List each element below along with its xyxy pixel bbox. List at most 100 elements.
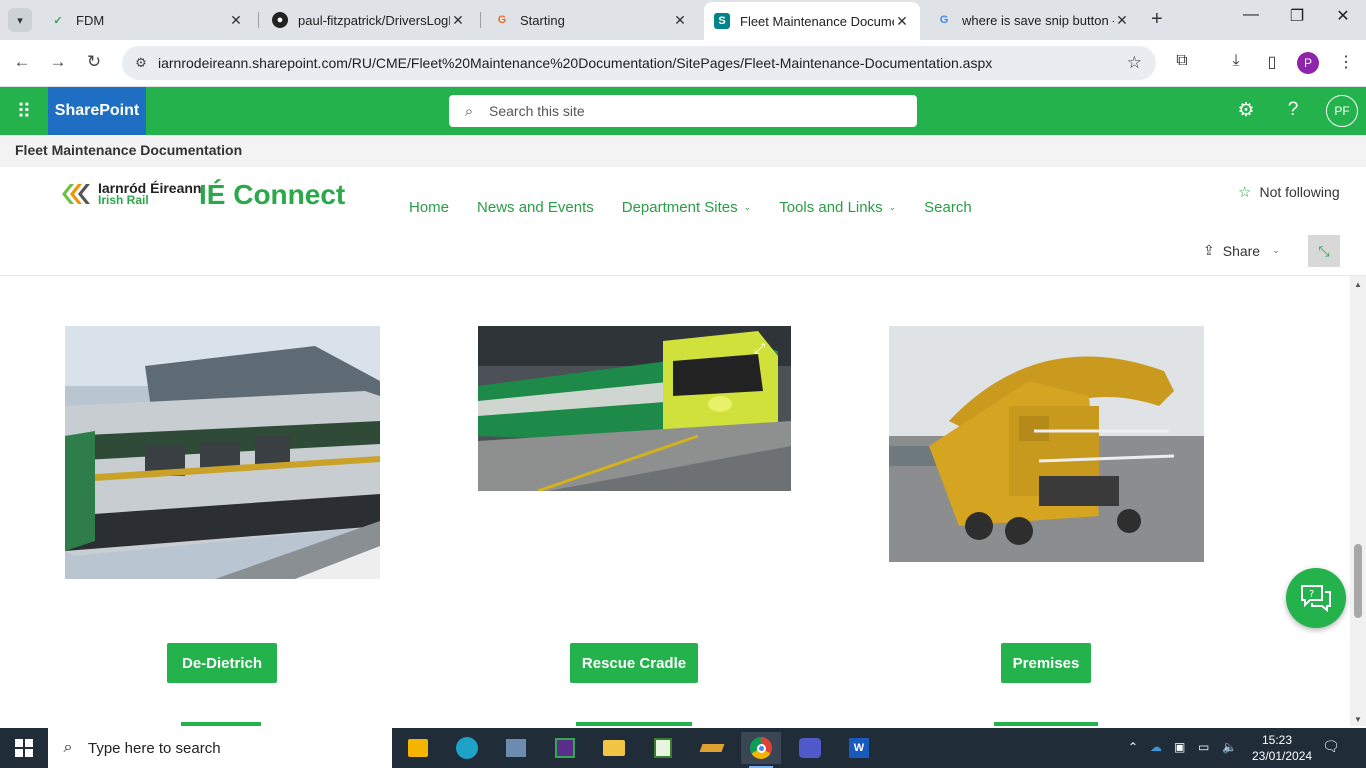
browser-tab[interactable]: ✓ FDM ✕ [40, 4, 254, 36]
taskbar-search-box[interactable]: ⌕ Type here to search [48, 728, 392, 768]
share-button[interactable]: ⇪ Share ⌄ [1203, 242, 1280, 259]
remote-app-icon[interactable] [496, 732, 536, 764]
coach-photo-illustration [65, 326, 380, 579]
share-icon: ⇪ [1203, 242, 1215, 258]
chat-bubble-icon: ? [1301, 585, 1331, 613]
windows-taskbar: ⌕ Type here to search W ⌃ ☁ ▣ ▭ 🔈 15:23 … [0, 728, 1366, 768]
browser-tab[interactable]: G Starting ✕ [484, 4, 698, 36]
close-window-icon[interactable]: ✕ [1320, 6, 1366, 26]
file-explorer-icon[interactable] [594, 732, 634, 764]
google-icon: G [939, 14, 949, 26]
chevron-down-icon: ⌄ [743, 202, 752, 212]
card-image-premises[interactable] [889, 326, 1204, 562]
irish-rail-logo-mark-icon [62, 184, 90, 204]
network-icon[interactable]: ▭ [1198, 740, 1209, 754]
site-title[interactable]: IÉ Connect [199, 179, 345, 211]
site-search-box[interactable]: ⌕ Search this site [449, 95, 917, 127]
extensions-icon[interactable]: ⧉ [1170, 52, 1194, 70]
windows-logo-icon [15, 739, 33, 757]
svg-text:?: ? [1309, 589, 1314, 600]
page-scrollbar[interactable]: ▲ ▼ [1350, 276, 1366, 726]
sharepoint-brand-link[interactable]: SharePoint [48, 87, 146, 135]
premises-button[interactable]: Premises [1001, 643, 1091, 683]
side-panel-icon[interactable]: ▯ [1260, 52, 1284, 72]
download-icon[interactable]: ⤓ [1224, 52, 1248, 70]
next-row-button[interactable] [181, 722, 261, 726]
close-icon[interactable]: ✕ [1114, 12, 1130, 29]
close-icon[interactable]: ✕ [450, 12, 466, 29]
next-row-button[interactable] [576, 722, 692, 726]
forward-icon[interactable]: → [46, 52, 70, 72]
network-location-icon[interactable]: ▣ [1174, 740, 1185, 754]
browser-tab[interactable]: ● paul-fitzpatrick/DriversLogBo ✕ [262, 4, 476, 36]
microsoft-store-icon[interactable] [398, 732, 438, 764]
top-navigation: Home News and Events Department Sites ⌄ T… [409, 199, 1000, 216]
scrollbar-thumb[interactable] [1354, 544, 1362, 618]
browser-tab[interactable]: G where is save snip button - G ✕ [926, 4, 1140, 36]
onedrive-icon[interactable]: ☁ [1150, 740, 1162, 754]
app-launcher-icon[interactable]: ⠿ [0, 87, 48, 135]
nav-search[interactable]: Search [924, 199, 972, 216]
card-image-de-dietrich[interactable] [65, 326, 380, 579]
settings-gear-icon[interactable]: ⚙ [1233, 99, 1259, 122]
card-image-rescue-cradle[interactable]: ⤢ [478, 326, 791, 491]
back-icon[interactable]: ← [10, 52, 34, 72]
chevron-down-icon: ⌄ [888, 202, 897, 212]
close-icon[interactable]: ✕ [672, 12, 688, 29]
collapse-icon: ⤡ [1318, 242, 1330, 259]
notification-center-icon[interactable]: 🗨 [1322, 738, 1340, 755]
taskbar-search-input[interactable]: Type here to search [88, 740, 221, 757]
train-photo-illustration [478, 326, 791, 491]
nav-department-sites[interactable]: Department Sites ⌄ [622, 199, 751, 216]
new-tab-icon[interactable]: + [1151, 8, 1163, 31]
reload-icon[interactable]: ↻ [82, 52, 106, 72]
star-icon: ☆ [1238, 184, 1252, 201]
edge-icon[interactable] [447, 732, 487, 764]
tab-search-button[interactable]: ▾ [8, 8, 32, 32]
browser-tabstrip: ▾ ✓ FDM ✕ ● paul-fitzpatrick/DriversLogB… [0, 0, 1366, 40]
sharepoint-icon: S [714, 13, 730, 29]
user-avatar[interactable]: PF [1326, 95, 1358, 127]
hub-site-title[interactable]: Fleet Maintenance Documentation [15, 142, 242, 158]
browser-toolbar: ← → ↻ ⚙ iarnrodeireann.sharepoint.com/RU… [0, 40, 1366, 87]
chrome-icon[interactable] [741, 732, 781, 768]
de-dietrich-button[interactable]: De-Dietrich [167, 643, 277, 683]
irish-rail-logo[interactable]: Iarnród Éireann Irish Rail [62, 181, 201, 207]
scroll-up-icon[interactable]: ▲ [1354, 280, 1362, 289]
expand-icon[interactable]: ⤢ [754, 340, 765, 357]
rescue-cradle-button[interactable]: Rescue Cradle [570, 643, 698, 683]
clock-time: 15:23 [1261, 733, 1293, 747]
show-hidden-icons-chevron-up-icon[interactable]: ⌃ [1128, 740, 1138, 754]
sharepoint-suite-bar: ⠿ SharePoint ⌕ Search this site ⚙ ? PF [0, 87, 1366, 135]
scroll-down-icon[interactable]: ▼ [1354, 715, 1362, 724]
nav-news-and-events[interactable]: News and Events [477, 199, 594, 216]
feedback-chat-button[interactable]: ? [1286, 568, 1346, 628]
follow-button[interactable]: ☆ Not following [1238, 183, 1340, 201]
notes-app-icon[interactable] [692, 732, 732, 764]
site-info-icon[interactable]: ⚙ [126, 55, 156, 71]
windows-start-button[interactable] [0, 728, 48, 768]
nav-home[interactable]: Home [409, 199, 449, 216]
search-input[interactable]: Search this site [489, 103, 585, 119]
snipping-tool-icon[interactable] [545, 732, 585, 764]
address-bar[interactable]: ⚙ iarnrodeireann.sharepoint.com/RU/CME/F… [122, 46, 1156, 80]
collapse-header-button[interactable]: ⤡ [1308, 235, 1340, 267]
volume-icon[interactable]: 🔈 [1222, 740, 1237, 754]
profile-avatar[interactable]: P [1297, 52, 1319, 74]
minimize-icon[interactable]: — [1228, 6, 1274, 24]
word-icon[interactable]: W [839, 732, 879, 764]
browser-tab-active[interactable]: S Fleet Maintenance Documen ✕ [704, 2, 920, 40]
system-clock[interactable]: 15:23 23/01/2024 [1252, 732, 1312, 764]
spreadsheet-app-icon[interactable] [643, 732, 683, 764]
url-text[interactable]: iarnrodeireann.sharepoint.com/RU/CME/Fle… [158, 55, 992, 71]
help-icon[interactable]: ? [1280, 99, 1306, 121]
chevron-down-icon: ⌄ [1272, 245, 1280, 255]
close-icon[interactable]: ✕ [228, 12, 244, 29]
nav-tools-and-links[interactable]: Tools and Links ⌄ [779, 199, 896, 216]
menu-icon[interactable]: ⋮ [1334, 52, 1358, 72]
close-icon[interactable]: ✕ [894, 13, 910, 30]
teams-icon[interactable] [790, 732, 830, 764]
next-row-button[interactable] [994, 722, 1098, 726]
bookmark-star-icon[interactable]: ☆ [1127, 53, 1142, 73]
restore-icon[interactable]: ❐ [1274, 6, 1320, 26]
